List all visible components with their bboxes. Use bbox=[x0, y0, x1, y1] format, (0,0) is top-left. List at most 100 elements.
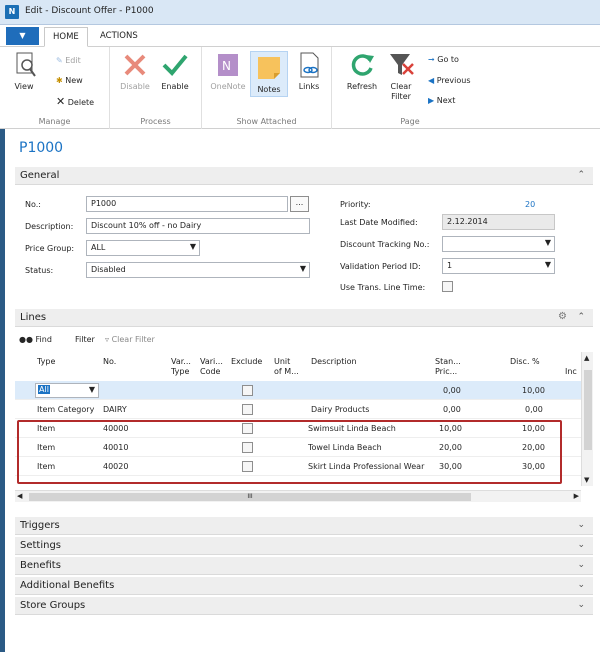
horizontal-scroll-thumb[interactable]: III bbox=[29, 493, 471, 501]
type-cell: All bbox=[38, 385, 50, 394]
triangle-left-icon: ◀ bbox=[428, 76, 435, 85]
col-type[interactable]: Type bbox=[37, 357, 55, 367]
clear-filter-button[interactable]: Clear Filter bbox=[386, 51, 416, 102]
navision-logo-icon: N bbox=[5, 5, 19, 19]
type-cell: Item bbox=[37, 462, 56, 471]
dropdown-arrow-icon: ▼ bbox=[88, 385, 95, 394]
price-group-dropdown[interactable]: ALL ▼ bbox=[86, 240, 200, 256]
view-icon bbox=[16, 52, 36, 77]
fasttab-settings[interactable]: Settings ⌄ bbox=[15, 537, 593, 555]
description-field[interactable]: Discount 10% off - no Dairy bbox=[86, 218, 310, 234]
priority-value[interactable]: 20 bbox=[525, 200, 535, 209]
chevron-down-icon[interactable]: ⌄ bbox=[577, 560, 585, 570]
filter-button[interactable]: Filter bbox=[75, 335, 95, 344]
next-button[interactable]: ▶ Next bbox=[428, 96, 455, 105]
chevron-down-icon[interactable]: ⌄ bbox=[577, 580, 585, 590]
links-button[interactable]: Links bbox=[294, 51, 324, 91]
table-row[interactable]: Item Category DAIRY Dairy Products 0,00 … bbox=[15, 400, 581, 419]
new-button[interactable]: ✱ New bbox=[56, 76, 83, 85]
vertical-scroll-thumb[interactable] bbox=[584, 370, 592, 450]
fasttab-general[interactable]: General ⌃ bbox=[15, 167, 593, 185]
find-button[interactable]: ●● Find bbox=[19, 335, 52, 344]
chevron-down-icon[interactable]: ⌄ bbox=[577, 540, 585, 550]
table-row[interactable]: Item 40020 Skirt Linda Professional Wear… bbox=[15, 457, 581, 476]
clear-filter-icon bbox=[390, 54, 414, 75]
fasttab-general-label: General bbox=[20, 170, 60, 181]
view-label: View bbox=[14, 82, 34, 91]
notes-label: Notes bbox=[257, 85, 281, 94]
exclude-checkbox[interactable] bbox=[242, 442, 253, 453]
disc-cell: 30,00 bbox=[522, 462, 545, 471]
status-dropdown[interactable]: Disabled ▼ bbox=[86, 262, 310, 278]
notes-button[interactable]: Notes bbox=[250, 51, 288, 97]
arrow-right-icon: ➞ bbox=[428, 55, 435, 64]
use-trans-line-time-checkbox[interactable] bbox=[442, 281, 453, 292]
scroll-down-icon[interactable]: ▼ bbox=[584, 476, 589, 484]
clear-filter-link[interactable]: ▿ Clear Filter bbox=[105, 335, 155, 344]
lines-grid-header: Type No. Var... Type Vari... Code Exclude … bbox=[15, 352, 581, 380]
onenote-button[interactable]: N OneNote bbox=[208, 51, 248, 91]
table-row[interactable]: All ▼ 0,00 10,00 bbox=[15, 381, 581, 400]
tab-actions[interactable]: ACTIONS bbox=[92, 27, 146, 47]
tab-home[interactable]: HOME bbox=[44, 27, 88, 47]
tracking-no-dropdown[interactable]: ▼ bbox=[442, 236, 555, 252]
disable-label: Disable bbox=[120, 82, 150, 91]
disable-button[interactable]: Disable bbox=[118, 51, 152, 91]
no-field[interactable]: P1000 bbox=[86, 196, 288, 212]
exclude-checkbox[interactable] bbox=[242, 404, 253, 415]
onenote-label: OneNote bbox=[210, 82, 246, 91]
edit-button[interactable]: ✎ Edit bbox=[56, 56, 81, 65]
scroll-right-icon[interactable]: ▶ bbox=[574, 492, 579, 500]
col-unit[interactable]: Unit of M... bbox=[274, 357, 299, 377]
type-dropdown[interactable]: All ▼ bbox=[35, 383, 99, 398]
chevron-down-icon[interactable]: ⌄ bbox=[577, 600, 585, 610]
go-to-button[interactable]: ➞ Go to bbox=[428, 55, 459, 64]
col-inc[interactable]: Inc bbox=[565, 367, 577, 377]
table-row[interactable]: Item 40010 Towel Linda Beach 20,00 20,00 bbox=[15, 438, 581, 457]
disc-cell: 10,00 bbox=[522, 424, 545, 433]
previous-button[interactable]: ◀ Previous bbox=[428, 76, 471, 85]
group-process-label: Process bbox=[140, 117, 171, 126]
page-title: P1000 bbox=[19, 140, 64, 156]
lines-horizontal-scrollbar[interactable]: ◀ III ▶ bbox=[15, 490, 581, 502]
col-standard-price[interactable]: Stan... Pric... bbox=[435, 357, 461, 377]
binoculars-icon: ●● bbox=[19, 335, 33, 344]
assist-edit-button[interactable]: ... bbox=[290, 196, 309, 212]
no-label: No.: bbox=[25, 200, 41, 209]
exclude-checkbox[interactable] bbox=[242, 423, 253, 434]
chevron-down-icon[interactable]: ⌄ bbox=[577, 520, 585, 530]
refresh-button[interactable]: Refresh bbox=[342, 51, 382, 91]
enable-button[interactable]: Enable bbox=[158, 51, 192, 91]
status-value: Disabled bbox=[91, 265, 126, 274]
fasttab-additional-benefits[interactable]: Additional Benefits ⌄ bbox=[15, 577, 593, 595]
exclude-checkbox[interactable] bbox=[242, 461, 253, 472]
links-label: Links bbox=[298, 82, 320, 91]
col-exclude[interactable]: Exclude bbox=[231, 357, 262, 367]
new-document-icon: ✱ bbox=[56, 76, 63, 85]
settings-gear-icon[interactable]: ⚙ bbox=[558, 311, 567, 322]
tracking-no-label: Discount Tracking No.: bbox=[340, 240, 430, 249]
view-button[interactable]: View bbox=[12, 51, 36, 91]
fasttab-triggers[interactable]: Triggers ⌄ bbox=[15, 517, 593, 535]
col-no[interactable]: No. bbox=[103, 357, 116, 367]
col-var-code[interactable]: Vari... Code bbox=[200, 357, 223, 377]
lines-vertical-scrollbar[interactable]: ▲ ▼ bbox=[581, 352, 593, 486]
group-show-attached: N OneNote Notes Links Show Attached bbox=[202, 47, 332, 129]
chevron-up-icon[interactable]: ⌃ bbox=[577, 170, 585, 180]
table-row[interactable]: Item 40000 Swimsuit Linda Beach 10,00 10… bbox=[15, 419, 581, 438]
price-cell: 0,00 bbox=[443, 386, 461, 395]
delete-button[interactable]: ✕ Delete bbox=[56, 95, 94, 108]
chevron-up-icon[interactable]: ⌃ bbox=[577, 312, 585, 322]
fasttab-benefits[interactable]: Benefits ⌄ bbox=[15, 557, 593, 575]
validation-period-dropdown[interactable]: 1 ▼ bbox=[442, 258, 555, 274]
col-description[interactable]: Description bbox=[311, 357, 357, 367]
scroll-left-icon[interactable]: ◀ bbox=[17, 492, 22, 500]
fasttab-store-groups[interactable]: Store Groups ⌄ bbox=[15, 597, 593, 615]
col-disc[interactable]: Disc. % bbox=[510, 357, 540, 367]
scroll-up-icon[interactable]: ▲ bbox=[584, 354, 589, 362]
col-var-type[interactable]: Var... Type bbox=[171, 357, 191, 377]
exclude-checkbox[interactable] bbox=[242, 385, 253, 396]
file-menu-button[interactable]: ▼ bbox=[6, 27, 39, 45]
dropdown-arrow-icon: ▼ bbox=[299, 264, 306, 273]
fasttab-lines[interactable]: Lines ⌃ ⚙ bbox=[15, 309, 593, 327]
